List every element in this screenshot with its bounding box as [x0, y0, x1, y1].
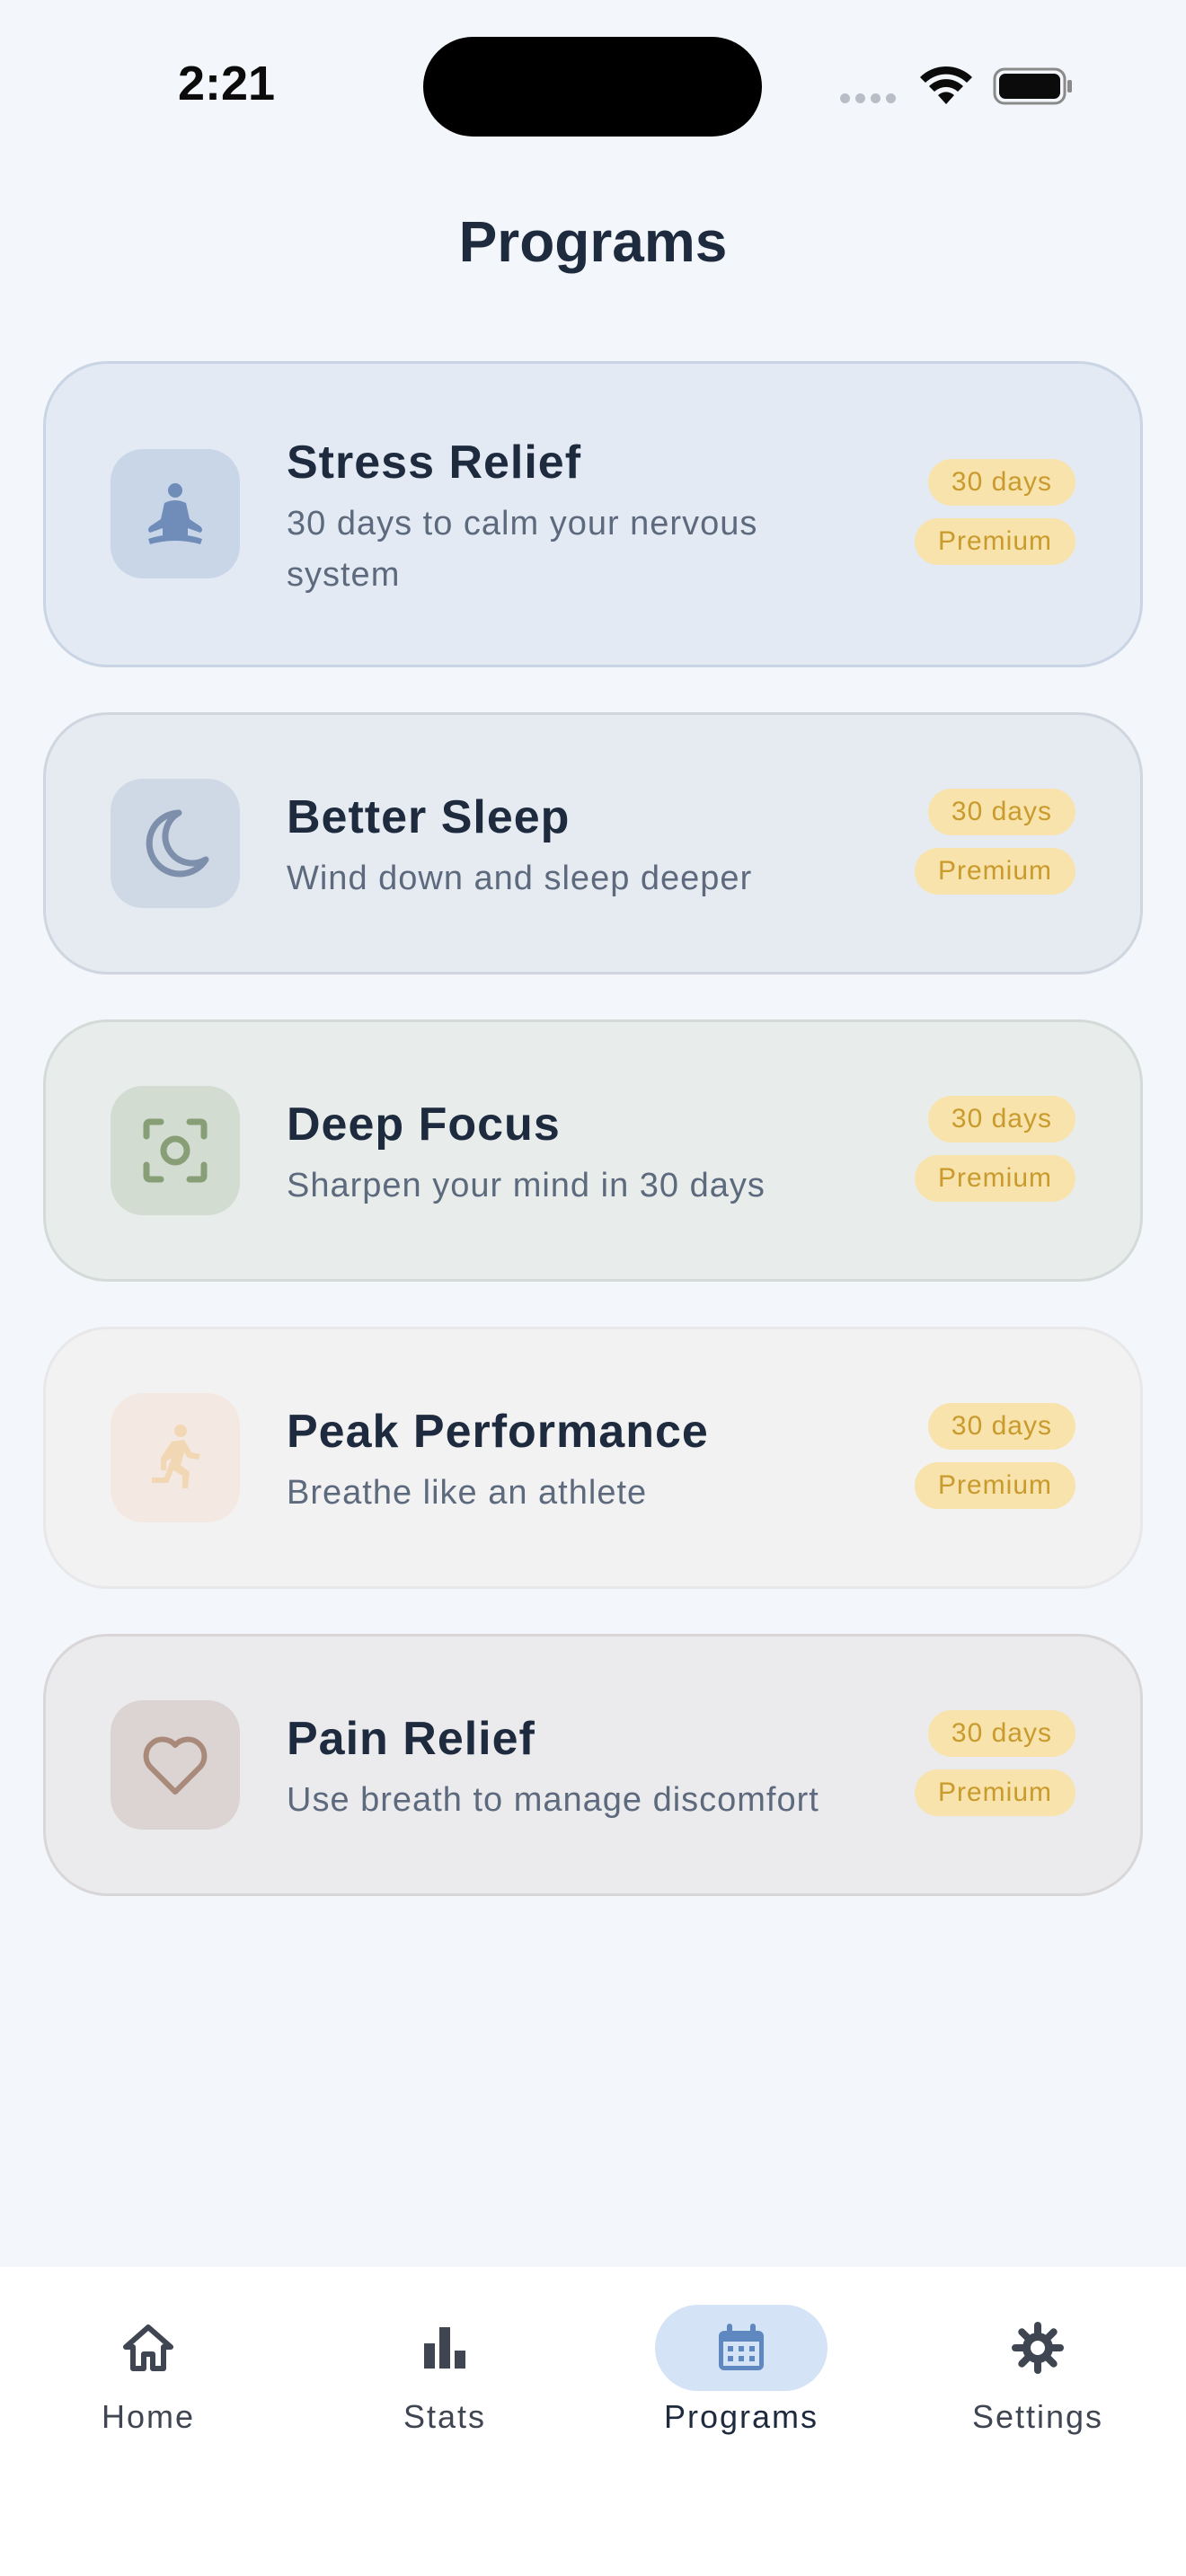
program-title: Peak Performance — [287, 1406, 709, 1458]
tab-icon-pill — [655, 2305, 828, 2391]
program-text: Deep Focus Sharpen your mind in 30 days — [287, 1096, 871, 1212]
tab-programs[interactable]: Programs — [633, 2305, 849, 2448]
duration-badge: 30 days — [927, 459, 1075, 506]
tab-icon-pill — [62, 2305, 235, 2391]
page-title: Programs — [458, 209, 728, 274]
tab-label: Stats — [403, 2398, 487, 2435]
dynamic-island — [423, 37, 762, 137]
program-description: Wind down and sleep deeper — [287, 860, 753, 897]
running-icon — [152, 1425, 200, 1488]
program-text: Pain Relief Use breath to manage discomf… — [287, 1710, 871, 1826]
program-icon-container — [111, 779, 240, 908]
tab-label: Programs — [663, 2398, 819, 2435]
duration-badge: 30 days — [927, 1096, 1075, 1142]
calendar-icon — [719, 2324, 764, 2370]
program-icon-container — [111, 1700, 240, 1830]
program-card-peak-performance[interactable]: Peak Performance Breathe like an athlete… — [43, 1327, 1143, 1589]
moon-icon — [146, 809, 209, 878]
program-title: Better Sleep — [287, 791, 571, 843]
program-badges: 30 days Premium — [914, 1403, 1075, 1509]
program-description: Breathe like an athlete — [287, 1474, 648, 1512]
program-card-deep-focus[interactable]: Deep Focus Sharpen your mind in 30 days … — [43, 1019, 1143, 1282]
tab-icon-pill — [951, 2305, 1124, 2391]
tab-stats[interactable]: Stats — [337, 2305, 553, 2448]
duration-badge: 30 days — [927, 1710, 1075, 1757]
tab-label: Settings — [971, 2398, 1104, 2435]
program-text: Peak Performance Breathe like an athlete — [287, 1403, 871, 1519]
program-title: Pain Relief — [287, 1713, 535, 1765]
meditation-icon — [148, 483, 202, 544]
premium-badge: Premium — [914, 518, 1075, 565]
program-card-pain-relief[interactable]: Pain Relief Use breath to manage discomf… — [43, 1634, 1143, 1896]
program-title: Stress Relief — [287, 437, 582, 489]
wifi-icon — [920, 66, 972, 104]
program-text: Better Sleep Wind down and sleep deeper — [287, 789, 871, 904]
status-bar: 2:21 — [0, 0, 1186, 171]
premium-badge: Premium — [914, 1462, 1075, 1509]
program-icon-container — [111, 1393, 240, 1522]
program-badges: 30 days Premium — [914, 1710, 1075, 1816]
premium-badge: Premium — [914, 1769, 1075, 1816]
gear-icon — [1012, 2322, 1064, 2374]
premium-badge: Premium — [914, 1155, 1075, 1202]
program-badges: 30 days Premium — [914, 459, 1075, 565]
program-badges: 30 days Premium — [914, 789, 1075, 895]
bar-chart-icon — [424, 2327, 465, 2369]
program-card-stress-relief[interactable]: Stress Relief 30 days to calm your nervo… — [43, 361, 1143, 667]
program-title: Deep Focus — [287, 1098, 561, 1151]
tab-home[interactable]: Home — [40, 2305, 256, 2448]
program-description: Use breath to manage discomfort — [287, 1781, 819, 1819]
program-badges: 30 days Premium — [914, 1096, 1075, 1202]
duration-badge: 30 days — [927, 1403, 1075, 1450]
cellular-signal-icon — [840, 93, 896, 103]
tab-settings[interactable]: Settings — [930, 2305, 1146, 2448]
duration-badge: 30 days — [927, 789, 1075, 835]
premium-badge: Premium — [914, 848, 1075, 895]
focus-icon — [143, 1118, 208, 1183]
heart-icon — [143, 1736, 208, 1795]
program-icon-container — [111, 1086, 240, 1215]
program-list: Stress Relief 30 days to calm your nervo… — [43, 361, 1143, 1941]
tab-label: Home — [101, 2398, 196, 2435]
bottom-tab-bar: Home Stats Programs Settings — [0, 2267, 1186, 2576]
home-icon — [123, 2325, 173, 2371]
program-description: Sharpen your mind in 30 days — [287, 1167, 766, 1204]
status-time: 2:21 — [178, 57, 276, 110]
program-card-better-sleep[interactable]: Better Sleep Wind down and sleep deeper … — [43, 712, 1143, 975]
program-description: 30 days to calm your nervous system — [287, 505, 758, 594]
tab-icon-pill — [358, 2305, 531, 2391]
battery-icon — [993, 67, 1072, 105]
program-icon-container — [111, 449, 240, 578]
program-text: Stress Relief 30 days to calm your nervo… — [287, 434, 871, 601]
